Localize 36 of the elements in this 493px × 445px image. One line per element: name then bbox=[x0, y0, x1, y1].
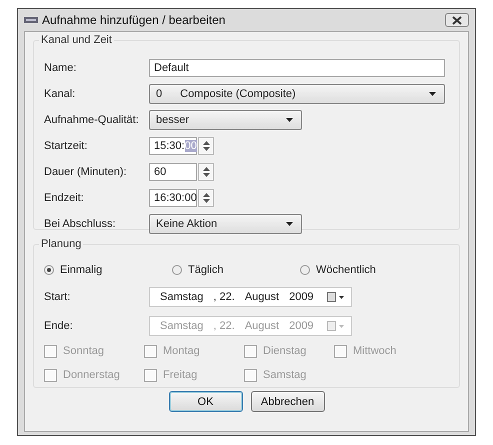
field-label: Bei Abschluss: bbox=[44, 218, 117, 230]
name-field[interactable]: Default bbox=[149, 59, 445, 77]
dropdown[interactable]: besser bbox=[149, 110, 302, 130]
group-title: Planung bbox=[39, 238, 84, 250]
close-button[interactable] bbox=[445, 13, 469, 27]
field-label: Dauer (Minuten): bbox=[44, 166, 128, 178]
window-title: Aufnahme hinzufügen / bearbeiten bbox=[42, 13, 226, 27]
spin-buttons[interactable] bbox=[198, 189, 214, 207]
dropdown[interactable]: Keine Aktion bbox=[149, 214, 302, 234]
spin-buttons[interactable] bbox=[198, 163, 214, 181]
spin-buttons[interactable] bbox=[198, 137, 214, 155]
field-label: Endzeit: bbox=[44, 192, 85, 204]
app-icon bbox=[24, 16, 38, 24]
field-label: Aufnahme-Qualität: bbox=[44, 114, 140, 126]
radio-option[interactable]: Wöchentlich bbox=[300, 264, 428, 276]
dialog-button[interactable]: Abbrechen bbox=[250, 391, 324, 412]
dropdown[interactable]: 0 Composite (Composite) bbox=[149, 84, 445, 104]
caret-icon bbox=[286, 118, 293, 122]
field-label: Name: bbox=[44, 62, 78, 74]
dialog-button[interactable]: OK bbox=[168, 391, 242, 412]
calendar-icon bbox=[327, 321, 345, 331]
spin-field[interactable]: 16:30:00 bbox=[149, 189, 197, 207]
field-label: Startzeit: bbox=[44, 140, 88, 152]
radio-option[interactable]: Einmalig bbox=[44, 264, 172, 276]
field-label: Kanal: bbox=[44, 88, 76, 100]
radio-option[interactable]: Täglich bbox=[172, 264, 300, 276]
field-label: Start: bbox=[44, 291, 72, 303]
calendar-icon bbox=[327, 292, 345, 302]
spin-field[interactable]: 15:30:00 bbox=[149, 137, 197, 155]
date-picker[interactable]: Samstag , 22. August 2009 bbox=[149, 287, 352, 307]
caret-icon bbox=[286, 222, 293, 226]
close-icon bbox=[452, 16, 462, 24]
group-title: Kanal und Zeit bbox=[39, 34, 114, 46]
spin-field[interactable]: 60 bbox=[149, 163, 197, 181]
field-label: Ende: bbox=[44, 320, 74, 332]
caret-icon bbox=[429, 92, 436, 96]
